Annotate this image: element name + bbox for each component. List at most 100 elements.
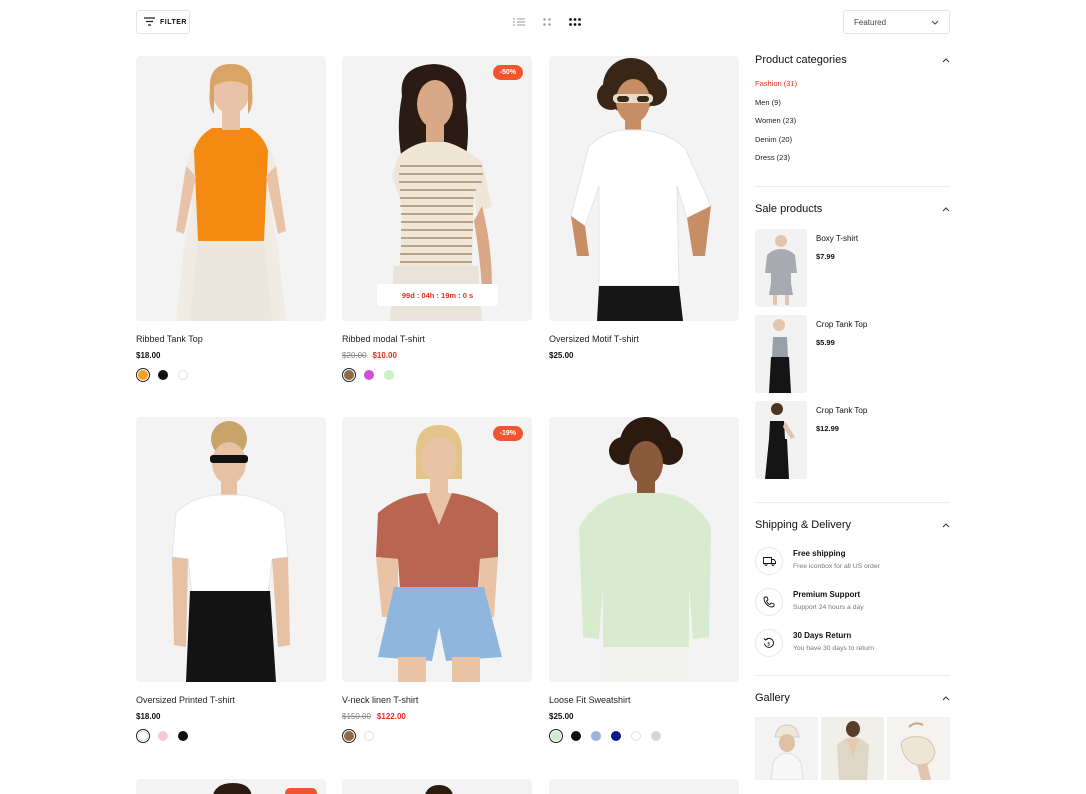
product-card <box>342 779 532 794</box>
gallery-image[interactable] <box>821 717 884 780</box>
sale-title: Sale products <box>755 203 823 215</box>
product-name[interactable]: Oversized Motif T-shirt <box>549 334 739 344</box>
sale-product-name[interactable]: Crop Tank Top <box>816 406 867 415</box>
divider <box>755 502 950 503</box>
svg-text:$: $ <box>767 641 770 647</box>
color-swatch[interactable] <box>549 729 563 743</box>
shipping-item-sub: Free iconbox for all US order <box>793 563 880 570</box>
color-swatch[interactable] <box>176 368 190 382</box>
product-name[interactable]: V-neck linen T-shirt <box>342 695 532 705</box>
shipping-item-title: 30 Days Return <box>793 631 852 640</box>
category-link[interactable]: Men (9) <box>755 98 950 107</box>
chevron-up-icon[interactable] <box>942 54 950 66</box>
color-swatch[interactable] <box>629 729 643 743</box>
product-image[interactable] <box>342 779 532 794</box>
category-link[interactable]: Denim (20) <box>755 135 950 144</box>
divider <box>755 675 950 676</box>
chevron-up-icon[interactable] <box>942 203 950 215</box>
product-name[interactable]: Loose Fit Sweatshirt <box>549 695 739 705</box>
shipping-item-title: Free shipping <box>793 549 846 558</box>
product-price: $18.00 <box>136 712 161 721</box>
color-swatches <box>549 729 739 743</box>
grid-2-layout-icon[interactable] <box>540 15 554 29</box>
color-swatch[interactable] <box>342 368 356 382</box>
sale-product-name[interactable]: Boxy T-shirt <box>816 234 858 243</box>
shipping-item-sub: Support 24 hours a day <box>793 604 864 611</box>
sale-product-image[interactable] <box>755 229 807 307</box>
color-swatches <box>342 729 532 743</box>
product-price: $122.00 <box>376 712 406 721</box>
phone-icon <box>755 588 783 616</box>
product-card: -19% V-neck linen T-shirt $150.00 $122.0… <box>342 417 532 743</box>
chevron-up-icon[interactable] <box>942 692 950 704</box>
color-swatch[interactable] <box>569 729 583 743</box>
color-swatch[interactable] <box>136 729 150 743</box>
filter-button[interactable]: FILTER <box>136 10 190 34</box>
product-old-price: $20.00 <box>342 351 367 360</box>
product-image[interactable]: -50% 99d : 04h : 19m : 0 s <box>342 56 532 321</box>
product-image[interactable]: -19% <box>342 417 532 682</box>
product-price: $18.00 <box>136 351 161 360</box>
product-name[interactable]: Ribbed modal T-shirt <box>342 334 532 344</box>
color-swatches <box>136 368 326 382</box>
product-image[interactable] <box>136 417 326 682</box>
product-price: $25.00 <box>549 712 574 721</box>
discount-badge <box>285 788 317 794</box>
category-link[interactable]: Women (23) <box>755 116 950 125</box>
color-swatch[interactable] <box>362 368 376 382</box>
product-image[interactable] <box>549 779 739 794</box>
category-link[interactable]: Fashion (31) <box>755 79 950 88</box>
sale-product-price: $5.99 <box>816 338 835 347</box>
product-price: $25.00 <box>549 351 574 360</box>
product-image[interactable] <box>136 779 326 794</box>
color-swatch[interactable] <box>362 729 376 743</box>
gallery-widget: Gallery <box>755 692 950 780</box>
color-swatch[interactable] <box>176 729 190 743</box>
divider <box>755 186 950 187</box>
category-link[interactable]: Dress (23) <box>755 153 950 162</box>
gallery-image[interactable] <box>887 717 950 780</box>
color-swatch[interactable] <box>156 729 170 743</box>
product-name[interactable]: Oversized Printed T-shirt <box>136 695 326 705</box>
color-swatch[interactable] <box>609 729 623 743</box>
sale-product-image[interactable] <box>755 401 807 479</box>
shipping-item: Free shipping Free iconbox for all US or… <box>755 547 950 575</box>
product-price: $10.00 <box>372 351 397 360</box>
list-layout-icon[interactable] <box>512 15 526 29</box>
gallery-image[interactable] <box>755 717 818 780</box>
sort-select[interactable]: Featured <box>843 10 950 34</box>
color-swatches <box>136 729 326 743</box>
shipping-item: Premium Support Support 24 hours a day <box>755 588 950 616</box>
product-image[interactable] <box>136 56 326 321</box>
color-swatch[interactable] <box>156 368 170 382</box>
sale-products-widget: Sale products Boxy T-shirt $7.99 Crop Ta… <box>755 203 950 487</box>
color-swatch[interactable] <box>382 368 396 382</box>
shipping-widget: Shipping & Delivery Free shipping Free i… <box>755 519 950 670</box>
filter-label: FILTER <box>160 18 187 26</box>
color-swatches <box>342 368 532 382</box>
sale-product-price: $12.99 <box>816 424 839 433</box>
color-swatch[interactable] <box>589 729 603 743</box>
gallery-title: Gallery <box>755 692 790 704</box>
sale-product: Crop Tank Top $12.99 <box>755 401 950 479</box>
sale-product-name[interactable]: Crop Tank Top <box>816 320 867 329</box>
chevron-up-icon[interactable] <box>942 519 950 531</box>
grid-3-layout-icon[interactable] <box>568 15 582 29</box>
product-image[interactable] <box>549 56 739 321</box>
discount-badge: -50% <box>492 65 523 80</box>
color-swatch[interactable] <box>136 368 150 382</box>
shipping-item: $ 30 Days Return You have 30 days to ret… <box>755 629 950 657</box>
color-swatch[interactable] <box>342 729 356 743</box>
sort-value: Featured <box>854 17 887 27</box>
product-name[interactable]: Ribbed Tank Top <box>136 334 326 344</box>
categories-title: Product categories <box>755 54 847 66</box>
sale-product: Crop Tank Top $5.99 <box>755 315 950 393</box>
color-swatch[interactable] <box>649 729 663 743</box>
shipping-item-sub: You have 30 days to return <box>793 645 874 652</box>
product-card <box>136 779 326 794</box>
shipping-title: Shipping & Delivery <box>755 519 851 531</box>
sale-product-image[interactable] <box>755 315 807 393</box>
product-image[interactable] <box>549 417 739 682</box>
product-card: -50% 99d : 04h : 19m : 0 s Ribbed modal … <box>342 56 532 382</box>
shipping-item-title: Premium Support <box>793 590 861 599</box>
